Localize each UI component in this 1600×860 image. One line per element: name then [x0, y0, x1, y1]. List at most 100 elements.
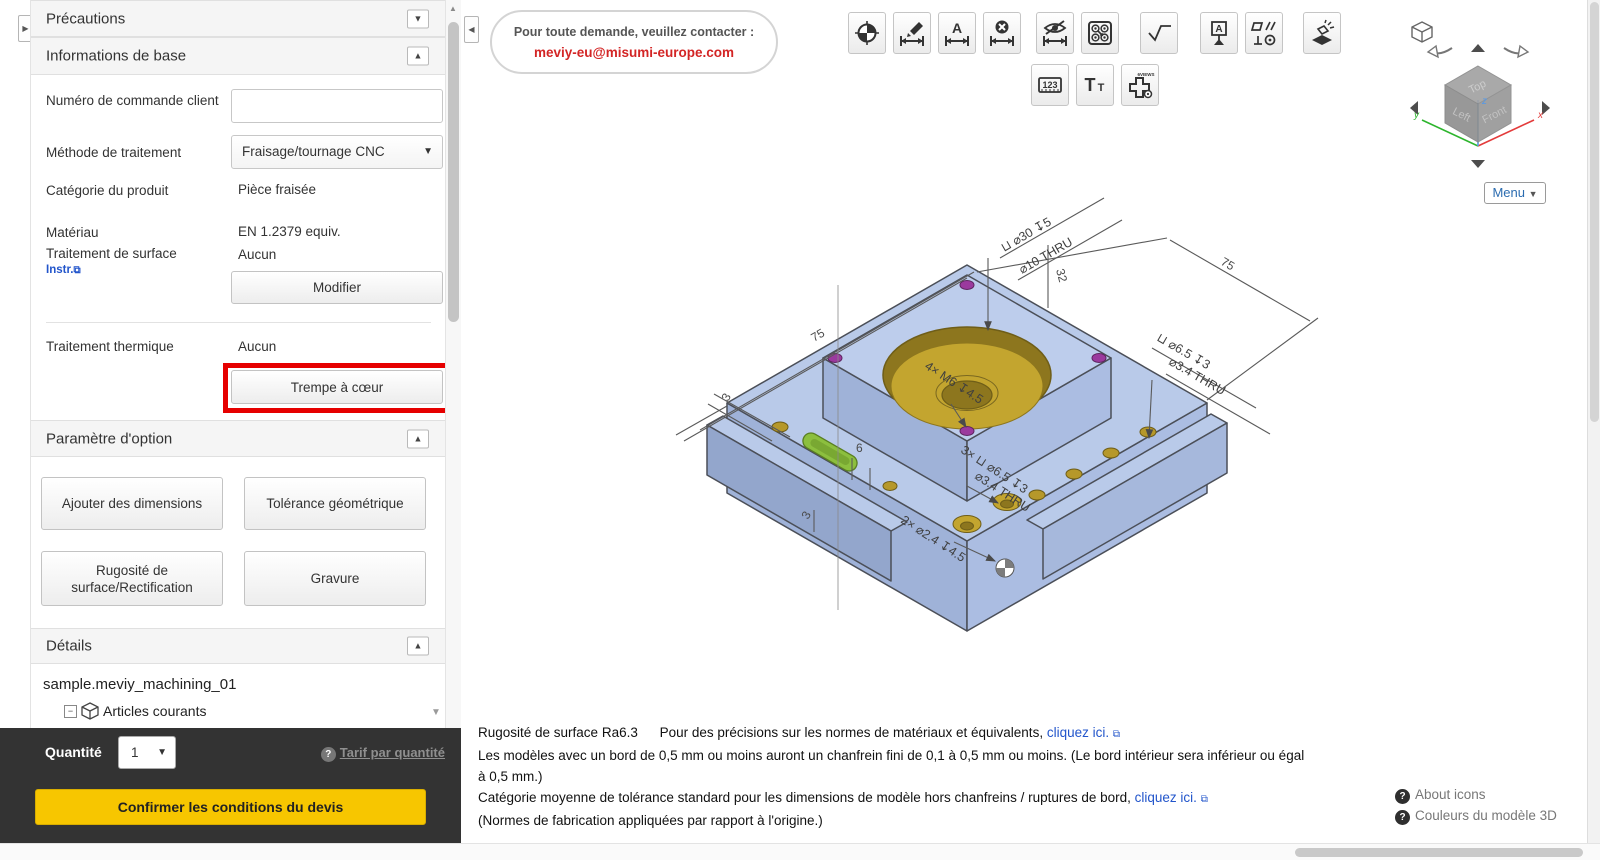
svg-text:T: T — [1085, 75, 1096, 95]
hole-group-button[interactable] — [1081, 12, 1119, 54]
six-views-button[interactable]: 6VIEWS — [1121, 64, 1159, 106]
scrollbar-thumb[interactable] — [1295, 848, 1583, 857]
section-title: Paramètre d'option — [46, 430, 173, 447]
geometric-tolerance-tool-button[interactable] — [1245, 12, 1283, 54]
note-line-3: Catégorie moyenne de tolérance standard … — [478, 790, 1208, 805]
home-view-icon[interactable] — [1411, 21, 1433, 43]
counterbore-30[interactable] — [882, 326, 1052, 430]
hide-dimension-icon — [1043, 20, 1067, 46]
sidebar-scrollbar-thumb[interactable] — [448, 22, 459, 322]
chevron-up-icon[interactable]: ▲ — [407, 429, 429, 448]
tilt-up-arrow[interactable] — [1471, 44, 1485, 52]
modify-button[interactable]: Modifier — [231, 271, 443, 304]
core-hardening-button[interactable]: Trempe à cœur — [231, 370, 443, 404]
datum-feature-button[interactable]: A — [1200, 12, 1238, 54]
view-menu-button[interactable]: Menu ▼ — [1484, 182, 1546, 204]
surface-roughness-button[interactable]: Rugosité de surface/Rectification — [41, 551, 223, 606]
surface-roughness-icon — [1148, 25, 1171, 42]
help-icon: ? — [1395, 810, 1410, 825]
surface-roughness-tool-button[interactable] — [1140, 12, 1178, 54]
rotate-left-arrow[interactable] — [1426, 44, 1453, 59]
quantity-select[interactable]: 1 ▼ — [118, 736, 176, 769]
method-value: Fraisage/tournage CNC — [242, 144, 385, 159]
heat-treatment-value: Aucun — [238, 339, 277, 354]
tree-item-current-articles[interactable]: − Articles courants — [64, 701, 206, 721]
section-title: Précautions — [46, 10, 126, 27]
dimension-values-icon: 123 — [1038, 77, 1062, 93]
surface-treatment-label: Traitement de surface — [46, 246, 177, 261]
price-by-quantity-link[interactable]: ? Tarif par quantité — [320, 745, 445, 762]
cube-icon — [81, 702, 99, 720]
page-horizontal-scrollbar[interactable] — [0, 843, 1600, 860]
scroll-up-icon[interactable]: ▲ — [449, 4, 457, 13]
text-size-button[interactable]: T T — [1076, 64, 1114, 106]
category-value: Pièce fraisée — [238, 182, 317, 197]
method-label: Méthode de traitement — [46, 145, 182, 160]
add-dimensions-button[interactable]: Ajouter des dimensions — [41, 477, 223, 530]
section-title: Détails — [46, 637, 92, 655]
chevron-up-icon[interactable]: ▲ — [407, 46, 429, 66]
hole-group-icon — [1088, 21, 1112, 45]
rotate-right-arrow[interactable] — [1503, 44, 1530, 59]
chevron-down-icon[interactable]: ▼ — [407, 9, 429, 28]
model-colors-link[interactable]: ? Couleurs du modèle 3D — [1395, 805, 1557, 826]
tolerance-info-link[interactable]: cliquez ici. — [1135, 790, 1197, 805]
datum-feature-icon: A — [1211, 21, 1227, 45]
expand-icon: ▶ — [22, 24, 29, 33]
hide-dimension-button[interactable] — [1036, 12, 1074, 54]
page-vertical-scrollbar[interactable] — [1587, 0, 1600, 860]
hole-marker-purple[interactable] — [959, 280, 975, 290]
engraving-button[interactable]: Gravure — [244, 551, 426, 606]
scrollbar-thumb[interactable] — [1590, 2, 1599, 422]
engrave-tool-button[interactable] — [1303, 12, 1341, 54]
tilt-down-arrow[interactable] — [1471, 160, 1485, 168]
edit-dimension-button[interactable] — [893, 12, 931, 54]
divider — [46, 322, 431, 323]
instr-link[interactable]: Instr. — [46, 264, 73, 276]
section-basic-info: Informations de base ▲ — [31, 37, 445, 75]
panel-collapse-handle[interactable]: ◀ — [464, 16, 479, 43]
help-icon: ? — [1395, 789, 1410, 804]
sidebar: ▶ Précautions ▼ Informations de base ▲ N… — [0, 0, 462, 860]
contact-email-link[interactable]: meviy-eu@misumi-europe.com — [492, 45, 776, 60]
chevron-up-icon[interactable]: ▲ — [407, 636, 429, 656]
delete-dimension-icon — [990, 20, 1014, 46]
section-precautions: Précautions ▼ — [31, 0, 445, 37]
quote-settings-panel: Précautions ▼ Informations de base ▲ Num… — [30, 0, 451, 728]
dim-32: 32 — [1053, 267, 1070, 284]
datum-target-icon — [855, 21, 879, 45]
svg-text:A: A — [1215, 24, 1222, 35]
order-number-input[interactable] — [231, 89, 443, 123]
contact-text: Pour toute demande, veuillez contacter : — [513, 25, 755, 39]
materials-info-link[interactable]: cliquez ici. — [1047, 725, 1109, 740]
scroll-down-icon[interactable]: ▼ — [431, 707, 441, 718]
datum-target-button[interactable] — [848, 12, 886, 54]
dim-6: 6 — [856, 441, 863, 455]
confirm-quote-button[interactable]: Confirmer les conditions du devis — [35, 789, 426, 825]
about-icons-link[interactable]: ? About icons — [1395, 784, 1557, 805]
delete-dimension-button[interactable] — [983, 12, 1021, 54]
note-line-2: Les modèles avec un bord de 0,5 mm ou mo… — [478, 748, 1305, 784]
hole-marker-purple[interactable] — [959, 426, 975, 436]
z-axis-label: z — [1481, 96, 1487, 107]
sidebar-scrollbar[interactable]: ▲ — [445, 0, 461, 728]
quantity-label: Quantité — [45, 744, 102, 760]
help-links: ? About icons ? Couleurs du modèle 3D — [1395, 784, 1557, 826]
hole-marker-purple[interactable] — [1091, 353, 1107, 363]
method-select[interactable]: Fraisage/tournage CNC ▼ — [231, 135, 443, 169]
geometric-tolerance-button[interactable]: Tolérance géométrique — [244, 477, 426, 530]
note-line-4: (Normes de fabrication appliquées par ra… — [478, 813, 823, 828]
cad-3d-viewport[interactable]: 75 3 ⊔ ⌀30 ↧5 ⌀10 THRU 32 75 ⊔ ⌀6.5 ↧3 ⌀… — [462, 190, 1462, 690]
external-link-icon: ⧉ — [1112, 729, 1121, 740]
surface-treatment-value: Aucun — [238, 247, 277, 262]
view-cube[interactable]: Top Left Front — [1443, 65, 1513, 143]
help-icon: ? — [320, 747, 336, 762]
origin-marker[interactable] — [995, 558, 1015, 578]
tree-collapse-icon[interactable]: − — [64, 704, 77, 718]
rotate-east-arrow[interactable] — [1542, 101, 1550, 115]
text-dimension-button[interactable]: A — [938, 12, 976, 54]
section-option-params: Paramètre d'option ▲ — [31, 420, 445, 457]
dimension-values-button[interactable]: 123 — [1031, 64, 1069, 106]
text-dimension-icon: A — [945, 20, 969, 46]
svg-text:A: A — [952, 20, 962, 36]
